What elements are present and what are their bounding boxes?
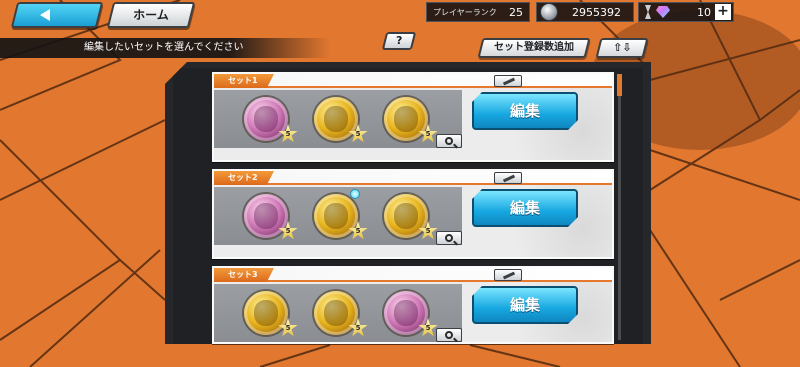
- edit-set-button[interactable]: 編集: [472, 286, 578, 324]
- medal-slot-2[interactable]: [314, 97, 358, 141]
- add-set-slots-button[interactable]: セット登録数追加: [477, 38, 591, 58]
- pencil-icon: [502, 77, 516, 86]
- medal-slot-3[interactable]: [384, 97, 428, 141]
- gem-icon: [656, 6, 670, 18]
- home-button[interactable]: ホーム: [106, 2, 196, 28]
- magnifier-icon: [445, 331, 453, 339]
- character-portrait-icon: [324, 203, 348, 229]
- set-name: セット3: [214, 268, 274, 282]
- medal-slot-2[interactable]: [314, 194, 358, 238]
- edit-set-button[interactable]: 編集: [472, 92, 578, 130]
- set-name: セット1: [214, 74, 274, 88]
- edit-set-button[interactable]: 編集: [472, 189, 578, 227]
- medal-slot-1[interactable]: [244, 97, 288, 141]
- instruction-text: 編集したいセットを選んでください: [0, 38, 330, 58]
- coin-icon: [540, 3, 558, 21]
- rename-set-button[interactable]: [494, 269, 522, 281]
- view-details-button[interactable]: [436, 231, 462, 245]
- set-header: セット1: [214, 74, 612, 88]
- view-details-button[interactable]: [436, 328, 462, 342]
- character-portrait-icon: [254, 106, 278, 132]
- player-rank-value: 25: [509, 5, 523, 19]
- scrollbar-track[interactable]: [618, 76, 621, 340]
- sort-icon: ⇧⇩: [612, 41, 632, 54]
- sort-button[interactable]: ⇧⇩: [595, 38, 649, 58]
- hourglass-icon: [645, 5, 651, 19]
- player-rank-display: プレイヤーランク 25: [426, 2, 530, 22]
- set-header: セット2: [214, 171, 612, 185]
- set-card-3: セット3 5 5 5 編集: [212, 266, 614, 344]
- set-card-2: セット2 5 5 5 編集: [212, 169, 614, 259]
- coin-value: 2955392: [572, 5, 621, 19]
- medal-slot-3[interactable]: [384, 194, 428, 238]
- rename-set-button[interactable]: [494, 172, 522, 184]
- magnifier-icon: [445, 137, 453, 145]
- set-header: セット3: [214, 268, 612, 282]
- medal-slot-1[interactable]: [244, 291, 288, 335]
- character-portrait-icon: [324, 106, 348, 132]
- medal-row: 5 5 5: [214, 284, 462, 342]
- gem-display: 10 +: [638, 2, 734, 22]
- back-button[interactable]: [10, 2, 104, 28]
- character-portrait-icon: [394, 203, 418, 229]
- gem-value: 10: [697, 5, 711, 19]
- view-details-button[interactable]: [436, 134, 462, 148]
- player-rank-label: プレイヤーランク: [433, 7, 497, 17]
- character-portrait-icon: [394, 106, 418, 132]
- character-portrait-icon: [394, 300, 418, 326]
- back-arrow-icon: [40, 9, 50, 21]
- home-button-label: ホーム: [133, 8, 169, 22]
- add-set-slots-label: セット登録数追加: [494, 42, 574, 53]
- help-button[interactable]: ?: [381, 32, 417, 50]
- add-gems-button[interactable]: +: [715, 4, 731, 20]
- scrollbar-thumb[interactable]: [617, 74, 622, 96]
- character-portrait-icon: [254, 203, 278, 229]
- help-button-label: ?: [395, 34, 403, 47]
- medal-slot-3[interactable]: [384, 291, 428, 335]
- medal-row: 5 5 5: [214, 90, 462, 148]
- pencil-icon: [502, 271, 516, 280]
- medal-slot-1[interactable]: [244, 194, 288, 238]
- coin-display: 2955392: [536, 2, 634, 22]
- gem-slot-icon: [350, 189, 360, 199]
- rename-set-button[interactable]: [494, 75, 522, 87]
- pencil-icon: [502, 174, 516, 183]
- medal-row: 5 5 5: [214, 187, 462, 245]
- magnifier-icon: [445, 234, 453, 242]
- set-card-1: セット1 5 5 5 編集: [212, 72, 614, 162]
- medal-slot-2[interactable]: [314, 291, 358, 335]
- set-name: セット2: [214, 171, 274, 185]
- character-portrait-icon: [254, 300, 278, 326]
- character-portrait-icon: [324, 300, 348, 326]
